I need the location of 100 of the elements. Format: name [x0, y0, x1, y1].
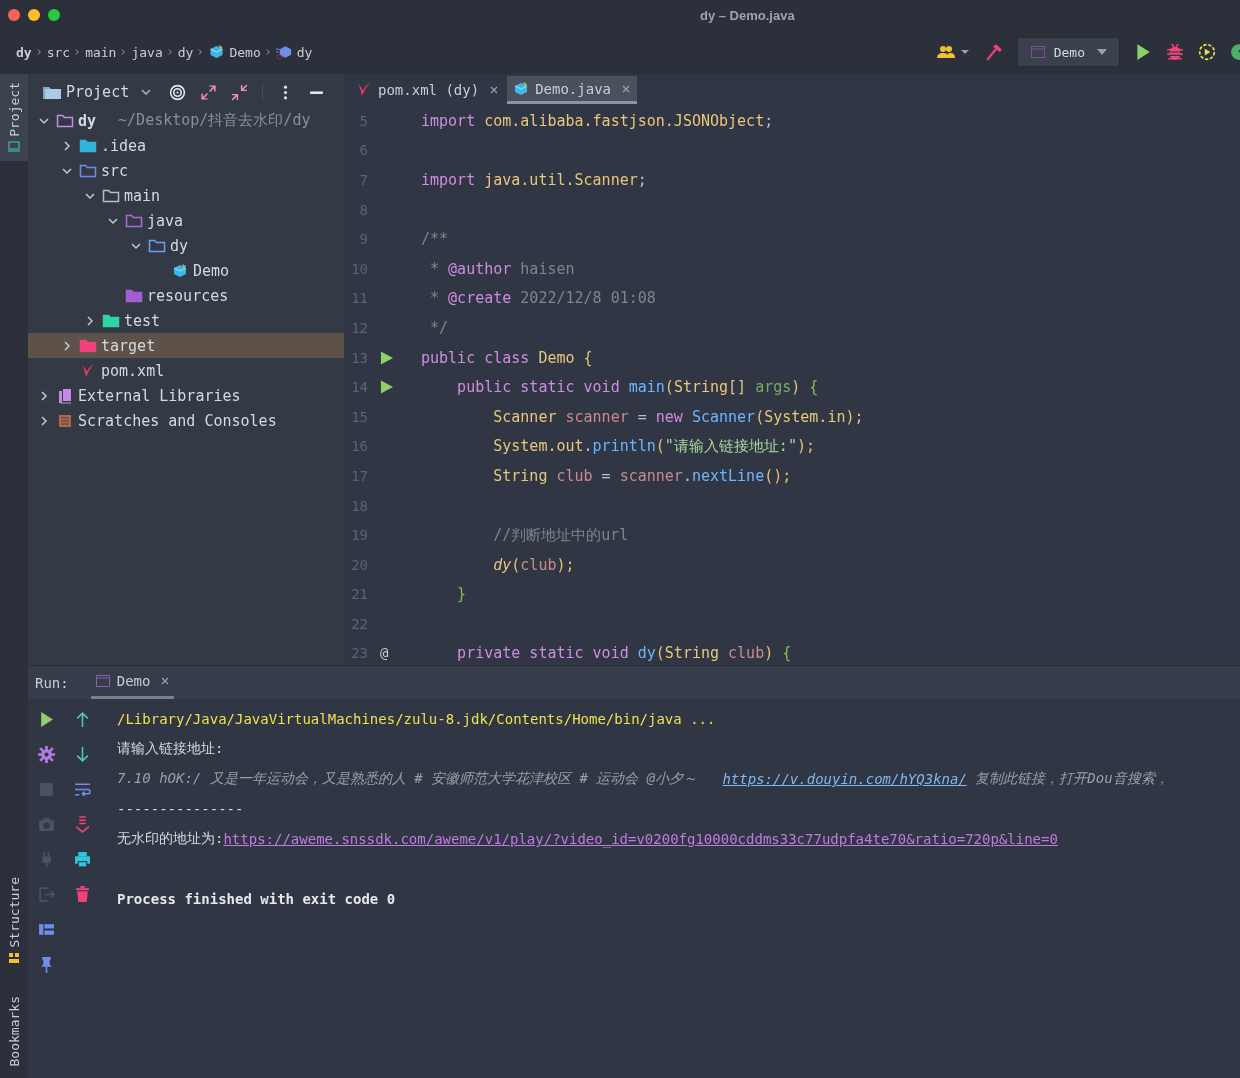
- run-configuration-dropdown[interactable]: Demo: [1016, 37, 1120, 67]
- run-tab[interactable]: Demo: [90, 666, 175, 699]
- editor-tab[interactable]: pom.xml (dy): [350, 76, 506, 104]
- caret-icon: [1097, 49, 1107, 55]
- tree-item[interactable]: src: [28, 158, 344, 183]
- printer-icon[interactable]: [73, 851, 91, 868]
- console-text: 复制此链接，打开Dou音搜索，: [974, 770, 1169, 788]
- close-window-button[interactable]: [8, 9, 20, 21]
- tool-window-tab[interactable]: Bookmarks: [0, 987, 28, 1074]
- code-line: public class Demo {: [421, 348, 593, 367]
- scroll-to-end-icon[interactable]: [73, 816, 91, 833]
- console-text: /Library/Java/JavaVirtualMachines/zulu-8.jdk/Contents/Home/bin/java ...: [117, 711, 716, 727]
- close-icon[interactable]: [489, 85, 500, 95]
- soft-wrap-icon[interactable]: [73, 781, 91, 798]
- chevron-right-icon[interactable]: [62, 140, 72, 151]
- scratch-file-icon: [56, 412, 74, 429]
- coverage-icon[interactable]: [1198, 43, 1216, 61]
- cube-icon: [208, 44, 226, 60]
- tree-item[interactable]: External Libraries: [28, 383, 344, 408]
- cube-icon: [171, 262, 189, 279]
- chevron-down-icon[interactable]: [85, 190, 95, 201]
- monitor-icon: [8, 140, 20, 153]
- code-line: import com.alibaba.fastjson.JSONObject;: [421, 111, 774, 130]
- tree-item[interactable]: test: [28, 308, 344, 333]
- breadcrumb-item[interactable]: main: [85, 44, 117, 60]
- run-icon[interactable]: [380, 350, 393, 365]
- editor-tab[interactable]: Demo.java: [507, 76, 637, 104]
- chevron-icon: [75, 48, 81, 56]
- folder-icon: [79, 162, 97, 179]
- code-line: */: [429, 318, 449, 337]
- folder-icon: [148, 237, 166, 254]
- project-view-selector[interactable]: Project: [42, 83, 152, 101]
- tree-item[interactable]: Scratches and Consoles: [28, 408, 344, 433]
- folder-icon: [79, 137, 97, 154]
- run-icon[interactable]: [1134, 43, 1152, 61]
- close-icon[interactable]: [160, 676, 171, 686]
- code-line: //判断地址中的url: [492, 525, 629, 545]
- breadcrumb-item[interactable]: dy: [275, 44, 313, 60]
- tool-window-tab[interactable]: Structure: [0, 869, 28, 972]
- breadcrumb-item[interactable]: dy: [16, 44, 32, 60]
- people-icon[interactable]: [936, 43, 971, 61]
- tree-item[interactable]: pom.xml: [28, 358, 344, 383]
- code-line: /**: [421, 230, 449, 249]
- window-title: dy – Demo.java: [700, 7, 795, 23]
- project-path: ~/Desktop/抖音去水印/dy: [118, 111, 311, 130]
- collapse-icon[interactable]: [231, 83, 249, 101]
- folder-icon: [125, 287, 143, 304]
- chevron-right-icon[interactable]: [39, 415, 49, 426]
- panel-title: Run:: [35, 674, 69, 691]
- tree-item[interactable]: main: [28, 183, 344, 208]
- chevron-right-icon[interactable]: [62, 340, 72, 351]
- chevron-icon: [198, 48, 204, 56]
- window-icon: [94, 673, 111, 689]
- trash-icon[interactable]: [73, 886, 91, 903]
- tree-item[interactable]: dy: [28, 233, 344, 258]
- chevron-down-icon[interactable]: [108, 215, 118, 226]
- target-icon[interactable]: [169, 83, 187, 101]
- folder-icon: [56, 112, 74, 129]
- settings-icon[interactable]: [37, 746, 55, 763]
- chevron-down-icon[interactable]: [62, 165, 72, 176]
- tree-item[interactable]: resources: [28, 283, 344, 308]
- chevron-down-icon[interactable]: [131, 240, 141, 251]
- chevron-icon: [36, 48, 42, 56]
- breadcrumb-item[interactable]: java: [131, 44, 163, 60]
- code-line: public static void main(String[] args) {: [456, 378, 819, 397]
- chevron-down-icon[interactable]: [39, 115, 49, 126]
- breadcrumb-item[interactable]: dy: [177, 44, 194, 60]
- layout-icon[interactable]: [37, 921, 55, 938]
- chevron-icon: [265, 48, 271, 56]
- console-link[interactable]: https://aweme.snssdk.com/aweme/v1/play/?video_id=v0200fg10000cddms33c77udpfa4te70&ratio=720p&line=0: [223, 831, 1058, 847]
- tree-item[interactable]: target: [28, 333, 344, 358]
- breadcrumb-item[interactable]: src: [46, 44, 71, 60]
- chevron-right-icon[interactable]: [85, 315, 95, 326]
- run-icon[interactable]: [380, 380, 393, 395]
- tree-item[interactable]: java: [28, 208, 344, 233]
- minimize-window-button[interactable]: [28, 9, 40, 21]
- folder-icon: [102, 312, 120, 329]
- breadcrumb-item[interactable]: Demo: [208, 44, 261, 60]
- close-icon[interactable]: [621, 83, 631, 94]
- tree-item[interactable]: dy ~/Desktop/抖音去水印/dy: [28, 108, 344, 133]
- maven-v-icon: [356, 82, 372, 98]
- window-icon: [1029, 44, 1046, 60]
- tree-item[interactable]: Demo: [28, 258, 344, 283]
- zoom-window-button[interactable]: [48, 9, 60, 21]
- console-link[interactable]: https://v.douyin.com/hYQ3kna/: [722, 771, 967, 787]
- code-line: }: [456, 585, 467, 604]
- chevron-right-icon[interactable]: [39, 390, 49, 401]
- tool-window-tab[interactable]: Project: [0, 74, 28, 161]
- console-text: ---------------: [117, 801, 244, 817]
- expand-icon[interactable]: [200, 83, 218, 101]
- code-line: * @create 2022/12/8 01:08: [429, 289, 656, 308]
- tree-item[interactable]: .idea: [28, 133, 344, 158]
- override-marker[interactable]: @: [380, 645, 389, 662]
- bug-icon[interactable]: [1166, 43, 1184, 61]
- chevron-down-icon: [141, 89, 152, 95]
- folder-icon: [42, 84, 62, 100]
- chevron-icon: [167, 48, 173, 56]
- hammer-icon[interactable]: [984, 43, 1003, 61]
- folder-icon: [79, 337, 97, 354]
- code-line: Scanner scanner = new Scanner(System.in);: [492, 407, 864, 426]
